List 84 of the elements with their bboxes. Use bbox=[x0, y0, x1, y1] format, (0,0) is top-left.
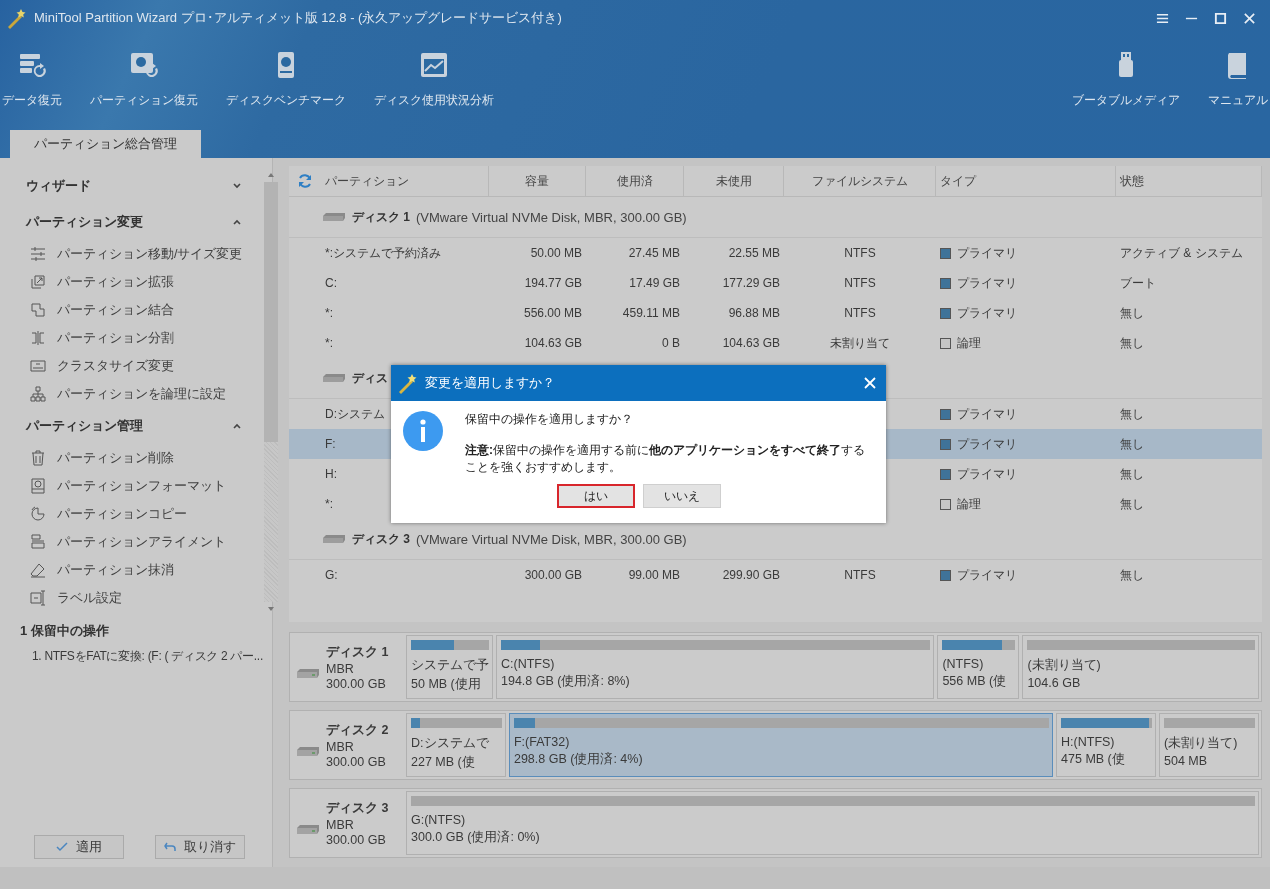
table-cell-text: C: bbox=[324, 276, 338, 290]
table-cell-text: 無し bbox=[1119, 465, 1145, 483]
disk-details: (VMware Virtual NVMe Disk, MBR, 300.00 GB) bbox=[416, 531, 687, 547]
partition-label: F:(FAT32) bbox=[513, 735, 571, 749]
dialog-message: 保留中の操作を適用しますか？ bbox=[465, 411, 634, 428]
disk-details: (VMware Virtual NVMe Disk, MBR, 300.00 GB) bbox=[416, 209, 687, 225]
partition-label: C:(NTFS) bbox=[501, 657, 556, 671]
table-cell-text: F: bbox=[324, 437, 337, 451]
table-cell-text: 無し bbox=[1119, 495, 1145, 513]
table-cell-text: プライマリ bbox=[956, 405, 1018, 423]
table-cell-text: 22.55 MB bbox=[727, 246, 781, 260]
table-cell-text: D:システム bbox=[324, 405, 386, 423]
table-cell-text: 177.29 GB bbox=[721, 276, 781, 290]
partition-usage: 504 MB bbox=[1164, 754, 1209, 768]
table-cell-text: 無し bbox=[1119, 405, 1145, 423]
table-cell-text: 未割り当て bbox=[829, 334, 891, 352]
table-cell-text: プライマリ bbox=[956, 465, 1018, 483]
table-cell-text: プライマリ bbox=[956, 304, 1018, 322]
table-cell-text: アクティブ & システム bbox=[1119, 244, 1244, 262]
disk-name: ディスク 3 bbox=[326, 799, 389, 817]
partition-label: H:(NTFS) bbox=[1061, 735, 1116, 749]
disk-name: ディスク 2 bbox=[326, 721, 389, 739]
partition-usage: 104.6 GB bbox=[1027, 676, 1082, 690]
disk-scheme: MBR bbox=[326, 817, 355, 832]
partition-label: G:(NTFS) bbox=[411, 813, 467, 827]
table-cell-text: 27.45 MB bbox=[627, 246, 681, 260]
partition-usage: 227 MB (使 bbox=[411, 754, 476, 771]
table-cell-text: NTFS bbox=[843, 568, 877, 582]
table-cell-text: プライマリ bbox=[956, 435, 1018, 453]
disk-size: 300.00 GB bbox=[326, 832, 387, 847]
table-cell-text: NTFS bbox=[843, 306, 877, 320]
disk-name: ディスク 1 bbox=[352, 208, 410, 226]
table-cell-text: 無し bbox=[1119, 566, 1145, 584]
partition-usage: 556 MB (使 bbox=[942, 673, 1008, 690]
partition-label: (NTFS) bbox=[942, 657, 985, 671]
table-cell-text: NTFS bbox=[843, 246, 877, 260]
partition-usage: 298.8 GB (使用済: 4%) bbox=[513, 751, 644, 768]
table-cell-text: 96.88 MB bbox=[727, 306, 781, 320]
table-cell-text: 50.00 MB bbox=[529, 246, 583, 260]
table-cell-text: 104.63 GB bbox=[523, 336, 583, 350]
partition-label: システムで予 bbox=[411, 657, 489, 674]
partition-usage: 50 MB (使用 bbox=[411, 676, 482, 693]
dialog-note: 注意:保留中の操作を適用する前に他のアプリケーションをすべて終了することを強くおすすめします。 bbox=[465, 442, 866, 476]
partition-usage: 300.0 GB (使用済: 0%) bbox=[411, 829, 541, 846]
table-cell-text: 299.90 GB bbox=[721, 568, 781, 582]
table-cell-text: NTFS bbox=[843, 276, 877, 290]
partition-label: (未割り当て) bbox=[1164, 735, 1239, 752]
table-cell-text: 459.11 MB bbox=[621, 306, 681, 320]
table-cell-text: 99.00 MB bbox=[627, 568, 681, 582]
table-cell-text: プライマリ bbox=[956, 244, 1018, 262]
pending-title: 1 保留中の操作 bbox=[20, 622, 110, 640]
table-cell-text: 17.49 GB bbox=[628, 276, 681, 290]
disk-name: ディスク 3 bbox=[352, 530, 410, 548]
table-cell-text: プライマリ bbox=[956, 274, 1018, 292]
partition-usage: 475 MB (使 bbox=[1061, 751, 1126, 768]
table-cell-text: 0 B bbox=[661, 336, 681, 350]
table-cell-text: 無し bbox=[1119, 435, 1145, 453]
table-cell-text: *: bbox=[324, 497, 334, 511]
table-cell-text: 194.77 GB bbox=[523, 276, 583, 290]
table-cell-text: H: bbox=[324, 467, 338, 481]
table-cell-text: 論理 bbox=[956, 334, 982, 352]
table-cell-text: プライマリ bbox=[956, 566, 1018, 584]
disk-name: ディス bbox=[352, 369, 388, 387]
table-cell-text: 無し bbox=[1119, 304, 1145, 322]
table-cell-text: 104.63 GB bbox=[721, 336, 781, 350]
disk-name: ディスク 1 bbox=[326, 643, 389, 661]
partition-label: (未割り当て) bbox=[1027, 657, 1102, 674]
table-cell-text: 300.00 GB bbox=[523, 568, 583, 582]
disk-size: 300.00 GB bbox=[326, 676, 387, 691]
table-cell-text: 論理 bbox=[956, 495, 982, 513]
table-cell-text: 556.00 MB bbox=[522, 306, 583, 320]
disk-size: 300.00 GB bbox=[326, 754, 387, 769]
table-cell-text: 無し bbox=[1119, 334, 1145, 352]
dialog-title: 変更を適用しますか？ bbox=[425, 374, 556, 392]
disk-scheme: MBR bbox=[326, 739, 355, 754]
table-cell-text: ブート bbox=[1119, 274, 1157, 292]
table-cell-text: G: bbox=[324, 568, 339, 582]
partition-label: D:システムで bbox=[411, 735, 490, 752]
table-cell-text: *: bbox=[324, 336, 334, 350]
table-cell-text: *: bbox=[324, 306, 334, 320]
table-cell-text: *:システムで予約済み bbox=[324, 244, 442, 262]
partition-usage: 194.8 GB (使用済: 8%) bbox=[501, 673, 631, 690]
window-title: MiniTool Partition Wizard プロ･アルティメット版 12.8 - (永久アップグレードサービス付き) bbox=[34, 9, 563, 27]
disk-scheme: MBR bbox=[326, 661, 355, 676]
